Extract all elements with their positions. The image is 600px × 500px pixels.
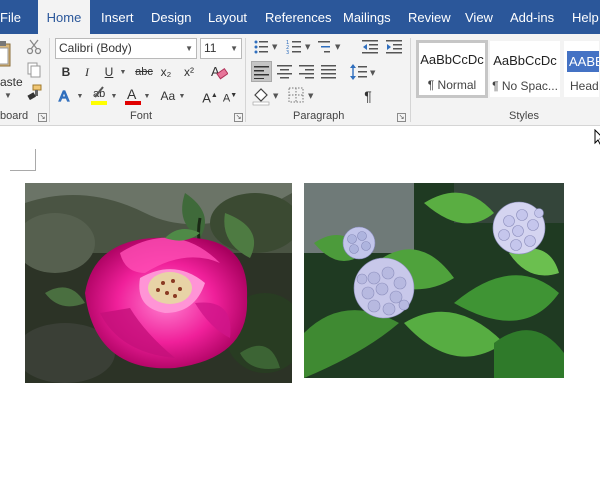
styles-group-label: Styles bbox=[509, 110, 539, 122]
svg-text:▼: ▼ bbox=[308, 92, 314, 100]
style-sample: AaBbCcDc bbox=[420, 52, 484, 67]
style-no-spacing[interactable]: AaBbCcDc ¶ No Spac... bbox=[489, 40, 561, 98]
shrink-font-button[interactable]: A▼ bbox=[222, 87, 238, 107]
multilevel-list-icon[interactable]: ▼ bbox=[318, 39, 346, 55]
rose-image bbox=[25, 183, 292, 383]
grow-font-button[interactable]: A▲ bbox=[202, 87, 218, 107]
tab-help[interactable]: Help bbox=[572, 0, 599, 34]
svg-text:A: A bbox=[59, 88, 69, 105]
increase-indent-icon[interactable] bbox=[386, 39, 404, 55]
clear-formatting-icon[interactable]: A bbox=[210, 63, 228, 81]
strikethrough-button[interactable]: abc bbox=[133, 63, 155, 83]
underline-button[interactable]: U bbox=[102, 63, 116, 83]
text-effects-icon[interactable]: A bbox=[57, 86, 75, 106]
svg-text:3: 3 bbox=[286, 50, 289, 55]
chevron-down-icon[interactable]: ▼ bbox=[75, 87, 85, 107]
hydrangea-image bbox=[304, 183, 564, 378]
style-name: ¶ No Spac... bbox=[492, 79, 558, 93]
style-sample: AaBbCcDc bbox=[493, 53, 557, 68]
ribbon: aste ▼ board ↘ Calibri (Body) ▼ 11 ▼ B I… bbox=[0, 34, 600, 126]
picture-rose[interactable] bbox=[25, 183, 292, 383]
style-heading-1[interactable]: AABB Headi bbox=[563, 40, 600, 98]
decrease-indent-icon[interactable] bbox=[362, 39, 380, 55]
show-formatting-button[interactable]: ¶ bbox=[361, 87, 375, 107]
chevron-down-icon[interactable]: ▼ bbox=[4, 91, 12, 100]
svg-text:▼: ▼ bbox=[272, 43, 278, 51]
change-case-button[interactable]: Aa ▼ bbox=[158, 87, 188, 107]
tab-review[interactable]: Review bbox=[408, 0, 451, 34]
font-launcher-icon[interactable]: ↘ bbox=[234, 113, 243, 122]
align-center-icon[interactable] bbox=[277, 64, 293, 79]
subscript-button[interactable]: x₂ bbox=[158, 63, 174, 83]
align-left-icon bbox=[254, 66, 269, 79]
group-divider bbox=[410, 38, 411, 122]
page-margin-corner bbox=[10, 149, 36, 171]
clipboard-group-label: board bbox=[0, 110, 29, 122]
tab-insert[interactable]: Insert bbox=[101, 0, 134, 34]
underline-dropdown-icon[interactable]: ▼ bbox=[118, 63, 128, 83]
svg-text:▼: ▼ bbox=[305, 43, 311, 51]
document-page[interactable] bbox=[0, 127, 600, 500]
tab-home[interactable]: Home bbox=[38, 0, 90, 34]
picture-hydrangea[interactable] bbox=[304, 183, 564, 378]
svg-text:▼: ▼ bbox=[370, 69, 376, 77]
shading-icon[interactable]: ▼ bbox=[252, 86, 282, 106]
highlight-color-icon[interactable]: ab bbox=[89, 85, 109, 107]
format-painter-icon[interactable] bbox=[26, 84, 42, 100]
align-left-button[interactable] bbox=[251, 61, 272, 82]
svg-text:A: A bbox=[127, 86, 137, 102]
font-name-combo[interactable]: Calibri (Body) ▼ bbox=[55, 38, 197, 59]
justify-icon[interactable] bbox=[321, 64, 337, 79]
paste-icon[interactable] bbox=[0, 40, 12, 70]
group-divider bbox=[245, 38, 246, 122]
tab-layout[interactable]: Layout bbox=[208, 0, 247, 34]
font-size-value: 11 bbox=[204, 41, 217, 55]
bullets-icon[interactable]: ▼ bbox=[253, 39, 281, 55]
clipboard-launcher-icon[interactable]: ↘ bbox=[38, 113, 47, 122]
chevron-down-icon: ▼ bbox=[230, 44, 238, 53]
tab-file[interactable]: File bbox=[0, 0, 21, 34]
chevron-down-icon[interactable]: ▼ bbox=[109, 87, 119, 107]
font-group-label: Font bbox=[130, 110, 153, 122]
italic-button[interactable]: I bbox=[80, 63, 94, 83]
sort-button[interactable] bbox=[330, 87, 344, 107]
mouse-cursor-icon bbox=[594, 129, 600, 145]
borders-icon[interactable]: ▼ bbox=[288, 87, 318, 105]
paste-button[interactable]: aste bbox=[0, 75, 23, 89]
cut-icon[interactable] bbox=[26, 39, 42, 55]
style-normal[interactable]: AaBbCcDc ¶ Normal bbox=[416, 40, 488, 98]
ribbon-tab-bar: File Home Insert Design Layout Reference… bbox=[0, 0, 600, 34]
align-right-icon[interactable] bbox=[299, 64, 315, 79]
font-size-combo[interactable]: 11 ▼ bbox=[200, 38, 242, 59]
tab-mailings[interactable]: Mailings bbox=[343, 0, 391, 34]
tab-view[interactable]: View bbox=[465, 0, 493, 34]
svg-text:ab: ab bbox=[93, 88, 105, 100]
line-spacing-icon[interactable]: ▼ bbox=[350, 63, 378, 81]
font-color-icon[interactable]: A bbox=[124, 85, 142, 107]
chevron-down-icon[interactable]: ▼ bbox=[142, 87, 152, 107]
tab-add-ins[interactable]: Add-ins bbox=[510, 0, 554, 34]
group-divider bbox=[49, 38, 50, 122]
tab-design[interactable]: Design bbox=[151, 0, 191, 34]
style-sample: AABB bbox=[567, 51, 599, 72]
tab-references[interactable]: References bbox=[265, 0, 331, 34]
paragraph-group-label: Paragraph bbox=[293, 110, 345, 122]
word-window: File Home Insert Design Layout Reference… bbox=[0, 0, 600, 500]
style-name: ¶ Normal bbox=[427, 78, 477, 92]
paragraph-launcher-icon[interactable]: ↘ bbox=[397, 113, 406, 122]
numbering-icon[interactable]: 1 2 3 ▼ bbox=[286, 39, 314, 55]
copy-icon[interactable] bbox=[26, 62, 42, 78]
svg-text:▼: ▼ bbox=[273, 92, 279, 100]
font-name-value: Calibri (Body) bbox=[59, 41, 132, 55]
style-name: Headi bbox=[570, 79, 599, 93]
svg-text:▼: ▼ bbox=[335, 43, 341, 51]
bold-button[interactable]: B bbox=[58, 63, 74, 83]
chevron-down-icon: ▼ bbox=[185, 44, 193, 53]
superscript-button[interactable]: x² bbox=[181, 63, 197, 83]
